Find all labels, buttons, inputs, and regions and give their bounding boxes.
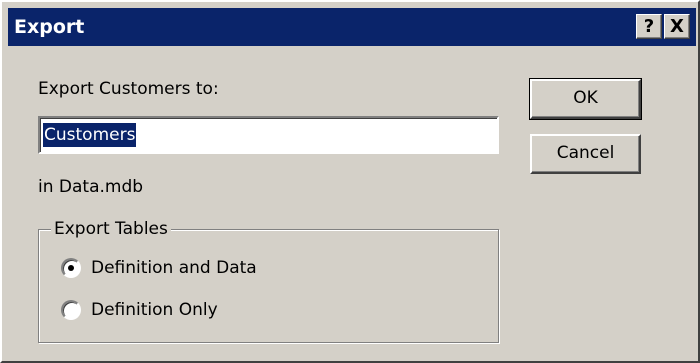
cancel-button[interactable]: Cancel [530,134,641,174]
export-tables-legend: Export Tables [51,218,171,240]
ok-button[interactable]: OK [529,78,642,120]
export-name-value: Customers [41,122,138,148]
help-button[interactable]: ? [636,14,662,39]
radio-dot-icon [68,265,74,271]
database-location-label: in Data.mdb [38,177,144,197]
close-icon: X [670,16,684,37]
dialog-title: Export [14,16,85,38]
export-name-input[interactable]: Customers [38,116,499,154]
question-mark-icon: ? [643,16,655,37]
radio-button-unselected-icon[interactable] [61,300,81,320]
close-button[interactable]: X [664,14,690,39]
export-tables-group: Export Tables Definition and Data Defini… [38,218,499,343]
radio-button-selected-icon[interactable] [61,258,81,278]
export-dialog: Export ? X Export Customers to: Customer… [0,0,700,363]
export-to-label: Export Customers to: [38,79,219,99]
title-bar[interactable]: Export ? X [8,8,696,46]
radio-label[interactable]: Definition Only [91,298,218,322]
radio-label[interactable]: Definition and Data [91,256,257,280]
